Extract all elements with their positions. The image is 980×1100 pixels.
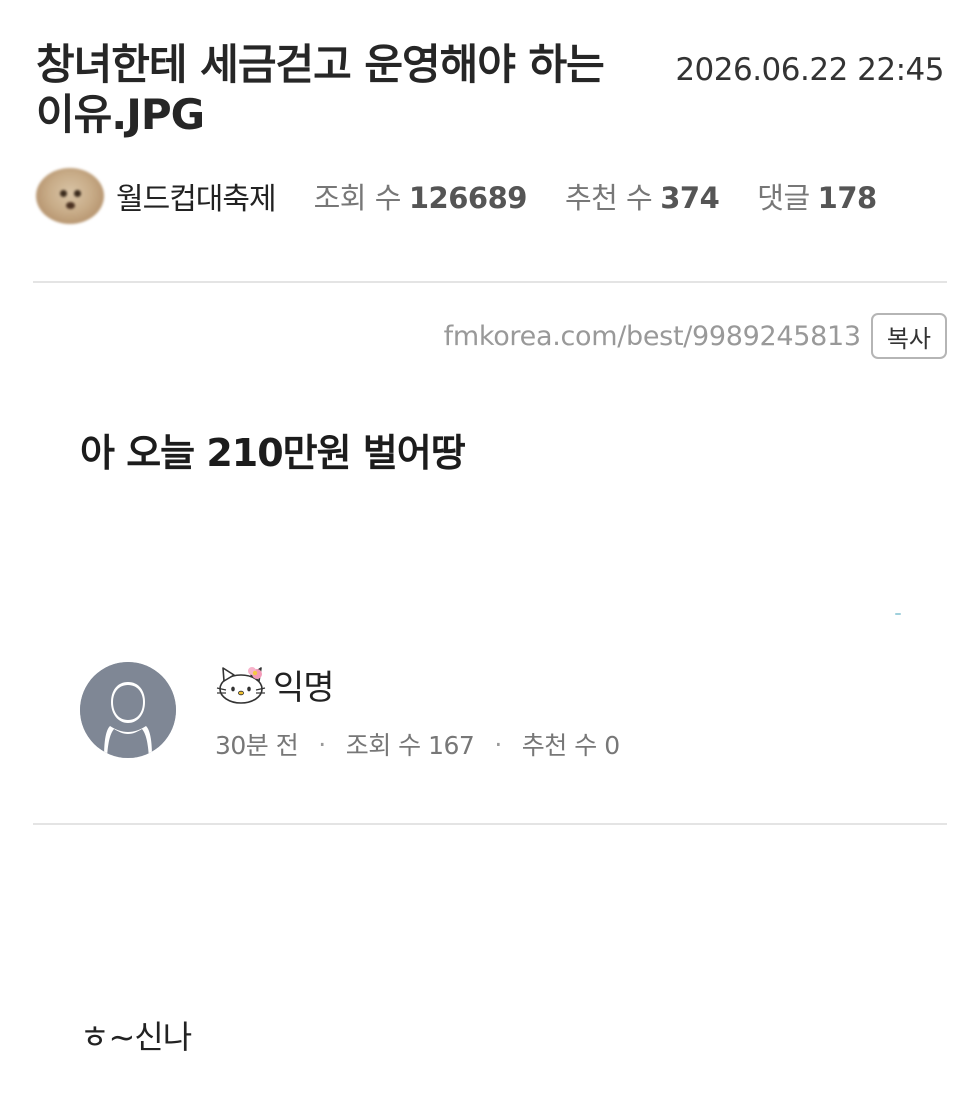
view-count: 조회 수 126689 bbox=[313, 175, 528, 217]
comment-author-row: 익명 bbox=[215, 656, 335, 712]
post-url[interactable]: fmkorea.com/best/9989245813 bbox=[444, 321, 862, 352]
comment-count-value: 178 bbox=[817, 181, 878, 215]
comment-divider bbox=[33, 823, 947, 825]
view-count-value: 126689 bbox=[408, 181, 528, 215]
meta-separator: · bbox=[494, 729, 502, 759]
comment-recommend: 추천 수 0 bbox=[521, 731, 620, 760]
recommend-count-value: 374 bbox=[660, 181, 720, 215]
comment-author[interactable]: 익명 bbox=[273, 660, 335, 709]
recommend-count-label: 추천 수 bbox=[564, 181, 653, 215]
header-divider bbox=[33, 281, 947, 283]
post-title: 창녀한테 세금걷고 운영해야 하는 이유.JPG bbox=[36, 40, 605, 139]
comment-text: ㅎ~신나 bbox=[80, 1018, 192, 1056]
comment-count-label: 댓글 bbox=[757, 181, 810, 215]
post-body-heading: 아 오늘 210만원 벌어땅 bbox=[80, 431, 466, 475]
default-user-avatar-icon bbox=[80, 662, 176, 758]
comment-time: 30분 전 bbox=[215, 731, 299, 760]
comment-views: 조회 수 167 bbox=[345, 731, 475, 760]
image-artifact bbox=[895, 613, 901, 615]
puppy-avatar-icon[interactable] bbox=[36, 168, 104, 224]
comment-count[interactable]: 댓글 178 bbox=[757, 175, 878, 217]
post-url-row: fmkorea.com/best/9989245813 복사 bbox=[444, 311, 947, 361]
comment-meta: 30분 전 · 조회 수 167 · 추천 수 0 bbox=[215, 726, 620, 762]
recommend-count: 추천 수 374 bbox=[564, 175, 720, 217]
author-name[interactable]: 월드컵대축제 bbox=[116, 174, 277, 218]
view-count-label: 조회 수 bbox=[313, 181, 402, 215]
post-date: 2026.06.22 22:45 bbox=[675, 52, 944, 88]
meta-separator: · bbox=[318, 729, 326, 759]
hello-kitty-icon bbox=[216, 667, 266, 704]
copy-url-button[interactable]: 복사 bbox=[870, 313, 947, 359]
post-meta: 월드컵대축제 조회 수 126689 추천 수 374 댓글 178 bbox=[36, 166, 877, 226]
